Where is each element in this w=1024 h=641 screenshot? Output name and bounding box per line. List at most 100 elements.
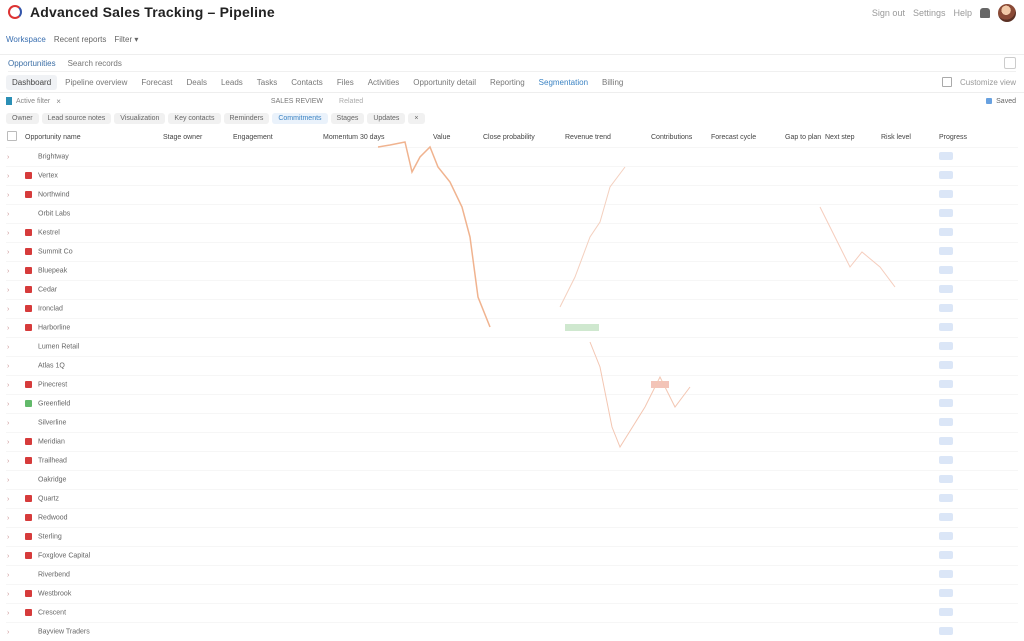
row-expand-icon[interactable]: › [6,376,24,395]
row-name-cell[interactable]: Bluepeak [24,262,162,281]
chip-reminders[interactable]: Reminders [224,113,270,124]
avatar[interactable] [998,4,1016,22]
row-expand-icon[interactable]: › [6,262,24,281]
table-row[interactable]: ›Redwood [6,509,1018,528]
row-expand-icon[interactable]: › [6,300,24,319]
progress-badge[interactable] [939,532,953,540]
subnav-filter-dropdown[interactable]: Filter [114,35,138,44]
chip-owner[interactable]: Owner [6,113,39,124]
row-name-cell[interactable]: Summit Co [24,243,162,262]
column-header-engagement[interactable]: Engagement [232,127,322,148]
row-expand-icon[interactable]: › [6,319,24,338]
table-row[interactable]: ›Silverline [6,414,1018,433]
progress-badge[interactable] [939,627,953,635]
progress-badge[interactable] [939,494,953,502]
row-expand-icon[interactable]: › [6,205,24,224]
table-row[interactable]: ›Kestrel [6,224,1018,243]
table-row[interactable]: ›Harborline [6,319,1018,338]
column-header-contributions[interactable]: Contributions [650,127,710,148]
clear-chips-icon[interactable]: × [408,113,424,124]
row-name-cell[interactable]: Northwind [24,186,162,205]
table-row[interactable]: ›Atlas 1Q [6,357,1018,376]
row-name-cell[interactable]: Westbrook [24,585,162,604]
progress-badge[interactable] [939,190,953,198]
column-header-value[interactable]: Value [432,127,482,148]
chip-visualization[interactable]: Visualization [114,113,165,124]
progress-badge[interactable] [939,285,953,293]
filter-related-link[interactable]: Related [339,98,363,105]
search-scope[interactable]: Opportunities [8,59,56,68]
tab-pipeline-overview[interactable]: Pipeline overview [59,75,133,90]
table-row[interactable]: ›Oakridge [6,471,1018,490]
table-row[interactable]: ›Sterling [6,528,1018,547]
row-name-cell[interactable]: Kestrel [24,224,162,243]
search-clear-icon[interactable] [1004,57,1016,69]
progress-badge[interactable] [939,152,953,160]
row-expand-icon[interactable]: › [6,395,24,414]
row-name-cell[interactable]: Lumen Retail [24,338,162,357]
progress-badge[interactable] [939,228,953,236]
row-name-cell[interactable]: Foxglove Capital [24,547,162,566]
progress-badge[interactable] [939,304,953,312]
table-row[interactable]: ›Greenfield [6,395,1018,414]
row-name-cell[interactable]: Pinecrest [24,376,162,395]
column-header-momentum-30-days[interactable]: Momentum 30 days [322,127,432,148]
tab-files[interactable]: Files [331,75,360,90]
row-name-cell[interactable]: Quartz [24,490,162,509]
table-row[interactable]: ›Riverbend [6,566,1018,585]
chip-commitments[interactable]: Commitments [272,113,327,124]
search-input[interactable] [66,58,930,69]
close-icon[interactable]: × [56,97,61,106]
progress-badge[interactable] [939,247,953,255]
subnav-workspace[interactable]: Workspace [6,35,46,44]
table-row[interactable]: ›Lumen Retail [6,338,1018,357]
column-header-opportunity-name[interactable]: Opportunity name [24,127,162,148]
row-name-cell[interactable]: Trailhead [24,452,162,471]
tab-dashboard[interactable]: Dashboard [6,75,57,90]
row-name-cell[interactable]: Redwood [24,509,162,528]
row-expand-icon[interactable]: › [6,414,24,433]
progress-badge[interactable] [939,399,953,407]
table-row[interactable]: ›Pinecrest [6,376,1018,395]
tab-forecast[interactable]: Forecast [135,75,178,90]
chip-lead-source-notes[interactable]: Lead source notes [42,113,112,124]
row-expand-icon[interactable]: › [6,452,24,471]
progress-badge[interactable] [939,361,953,369]
tab-activities[interactable]: Activities [362,75,406,90]
progress-badge[interactable] [939,437,953,445]
tab-opportunity-detail[interactable]: Opportunity detail [407,75,482,90]
row-expand-icon[interactable]: › [6,623,24,641]
tab-deals[interactable]: Deals [181,75,213,90]
progress-badge[interactable] [939,342,953,350]
table-row[interactable]: ›Summit Co [6,243,1018,262]
table-row[interactable]: ›Vertex [6,167,1018,186]
column-header-forecast-cycle[interactable]: Forecast cycle [710,127,784,148]
table-row[interactable]: ›Cedar [6,281,1018,300]
row-name-cell[interactable]: Brightway [24,148,162,167]
table-row[interactable]: ›Crescent [6,604,1018,623]
help-link[interactable]: Help [953,8,972,18]
table-row[interactable]: ›Westbrook [6,585,1018,604]
bell-icon[interactable] [980,8,990,18]
signout-link[interactable]: Sign out [872,8,905,18]
table-row[interactable]: ›Quartz [6,490,1018,509]
row-name-cell[interactable]: Meridian [24,433,162,452]
progress-badge[interactable] [939,456,953,464]
table-row[interactable]: ›Bluepeak [6,262,1018,281]
row-expand-icon[interactable]: › [6,148,24,167]
row-expand-icon[interactable]: › [6,338,24,357]
row-name-cell[interactable]: Riverbend [24,566,162,585]
table-row[interactable]: ›Foxglove Capital [6,547,1018,566]
tab-segmentation[interactable]: Segmentation [533,75,594,90]
select-all-checkbox[interactable] [7,131,17,141]
row-name-cell[interactable]: Sterling [24,528,162,547]
row-name-cell[interactable]: Bayview Traders [24,623,162,641]
tab-billing[interactable]: Billing [596,75,629,90]
progress-badge[interactable] [939,266,953,274]
row-name-cell[interactable]: Greenfield [24,395,162,414]
table-row[interactable]: ›Ironclad [6,300,1018,319]
row-name-cell[interactable]: Oakridge [24,471,162,490]
row-expand-icon[interactable]: › [6,243,24,262]
chip-stages[interactable]: Stages [331,113,365,124]
row-expand-icon[interactable]: › [6,224,24,243]
